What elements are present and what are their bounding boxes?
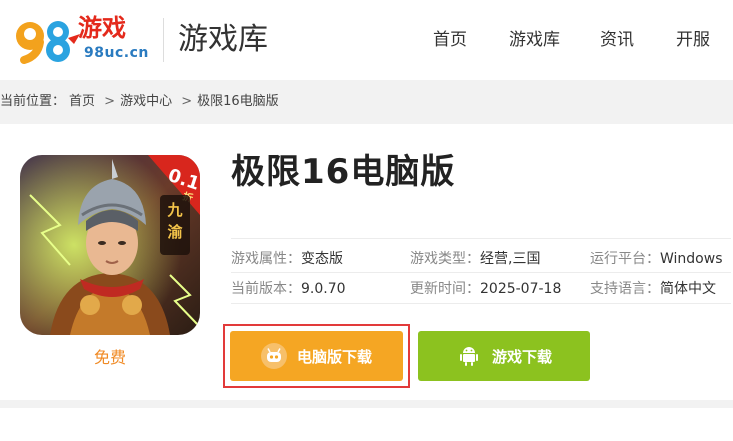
info-attribute: 游戏属性：变态版 [231,249,343,269]
nav-game-library[interactable]: 游戏库 [509,0,560,80]
info-type: 游戏类型：经营,三国 [410,249,540,269]
info-language: 支持语言：简体中文 [590,279,716,299]
svg-text:九: 九 [166,201,182,219]
info-key: 运行平台： [590,251,660,267]
game-download-button[interactable]: 游戏下载 [418,331,590,381]
info-value: 简体中文 [660,281,716,297]
game-icon: 0.1 折 九 渝 [20,155,200,335]
info-value: Windows [660,251,723,267]
site-header: 游戏 98uc.cn 游戏库 首页 游戏库 资讯 开服 [0,0,733,80]
info-divider-mid [231,272,731,273]
info-version: 当前版本：9.0.70 [231,279,346,299]
price-label: 免费 [93,348,126,367]
site-title: 游戏库 [178,22,268,57]
info-divider-bottom [231,303,731,304]
robot-icon [260,343,287,369]
game-title: 极限16电脑版 [231,152,456,192]
info-value: 2025-07-18 [480,281,562,297]
info-key: 支持语言： [590,281,660,297]
info-value: 9.0.70 [301,281,346,297]
logo-domain: 98uc.cn [84,45,149,61]
logo-divider [163,18,164,62]
android-icon [456,343,482,369]
svg-text:渝: 渝 [167,223,183,241]
info-value: 变态版 [301,251,343,267]
info-key: 游戏类型： [410,251,480,267]
game-download-label: 游戏下载 [491,347,552,366]
logo-text: 游戏 [78,14,126,42]
breadcrumb-current: 极限16电脑版 [197,94,279,109]
breadcrumb-prefix: 当前位置： [0,94,66,109]
breadcrumb-game-center[interactable]: 游戏中心 [120,94,172,109]
breadcrumb-home[interactable]: 首页 [69,94,95,109]
site-logo[interactable]: 游戏 98uc.cn [12,12,152,68]
info-value: 经营,三国 [480,251,541,267]
pc-download-button[interactable]: 电脑版下载 [230,331,403,381]
info-key: 游戏属性： [231,251,301,267]
nav-news[interactable]: 资讯 [600,0,634,80]
next-section [0,408,733,441]
info-update-time: 更新时间：2025-07-18 [410,279,561,299]
nav-home[interactable]: 首页 [433,0,467,80]
breadcrumb: 当前位置： 首页 > 游戏中心 > 极限16电脑版 [0,92,283,112]
pc-download-label: 电脑版下载 [296,347,372,366]
info-platform: 运行平台：Windows [590,249,723,269]
info-divider-top [231,238,731,239]
game-icon-art: 0.1 折 九 渝 [20,155,200,335]
logo-98-mark [16,21,80,64]
breadcrumb-separator: > [181,94,193,109]
info-key: 更新时间： [410,281,480,297]
nav-server-open[interactable]: 开服 [676,0,710,80]
breadcrumb-separator: > [104,94,116,109]
info-key: 当前版本： [231,281,301,297]
